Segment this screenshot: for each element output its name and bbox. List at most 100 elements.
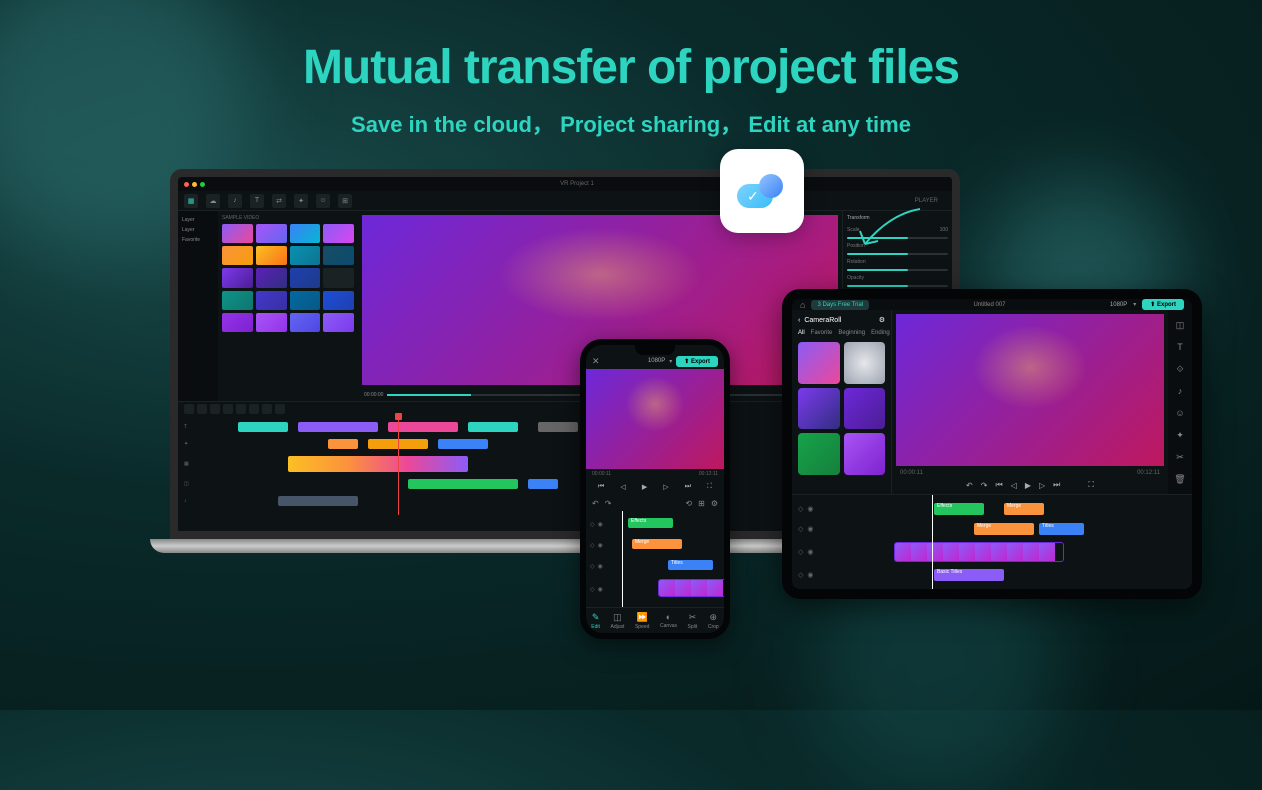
resolution-selector[interactable]: 1080P xyxy=(648,358,665,364)
tab-media[interactable]: ▦ xyxy=(184,194,198,208)
slider[interactable] xyxy=(847,285,948,287)
clip-overlay[interactable] xyxy=(528,479,558,489)
media-thumb[interactable] xyxy=(323,313,354,332)
media-thumb[interactable] xyxy=(798,433,840,475)
filter-fav[interactable]: Favorite xyxy=(811,330,833,336)
media-thumb[interactable] xyxy=(256,224,287,243)
track[interactable]: ◇◉ Merge xyxy=(590,536,720,554)
resolution-selector[interactable]: 1080P xyxy=(1110,302,1127,308)
back-icon[interactable]: ‹ xyxy=(798,317,800,324)
filter-end[interactable]: Ending xyxy=(871,330,890,336)
media-thumb[interactable] xyxy=(290,313,321,332)
clip-merge[interactable]: Merge xyxy=(1004,503,1044,515)
tab-stickers[interactable]: ☺ xyxy=(316,194,330,208)
tab-effects[interactable]: ✦ xyxy=(294,194,308,208)
lock-icon[interactable]: ◇ xyxy=(590,563,595,570)
prev-icon[interactable]: ⏮ xyxy=(995,480,1002,490)
tl-delete-icon[interactable] xyxy=(236,404,246,414)
scissors-icon[interactable]: ✂ xyxy=(1173,450,1187,464)
clip-effect[interactable] xyxy=(438,439,488,449)
grid-icon[interactable]: ⊞ xyxy=(698,499,705,508)
clip-title[interactable] xyxy=(298,422,378,432)
trash-icon[interactable]: 🗑 xyxy=(1173,472,1187,486)
clip-basic-titles[interactable]: Basic Titles xyxy=(934,569,1004,581)
tab-transitions[interactable]: ⇄ xyxy=(272,194,286,208)
tab-titles[interactable]: T xyxy=(250,194,264,208)
cameraroll-header[interactable]: ‹ CameraRoll ⚙ xyxy=(798,316,885,324)
back-icon[interactable]: ◁ xyxy=(620,483,625,491)
fullscreen-icon[interactable]: ⛶ xyxy=(707,483,712,491)
phone-preview[interactable] xyxy=(586,369,724,469)
fwd-icon[interactable]: ▷ xyxy=(663,483,668,491)
media-thumb[interactable] xyxy=(222,268,253,287)
lock-icon[interactable]: ◇ xyxy=(798,571,803,579)
media-thumb[interactable] xyxy=(256,291,287,310)
eye-icon[interactable]: ◉ xyxy=(807,548,813,556)
lock-icon[interactable]: ◇ xyxy=(798,505,803,513)
clip-merge[interactable]: Merge xyxy=(974,523,1034,535)
playhead[interactable] xyxy=(398,416,399,515)
eye-icon[interactable]: ◉ xyxy=(807,525,813,533)
track[interactable]: ◇◉ Titles xyxy=(590,557,720,575)
lock-icon[interactable]: ◇ xyxy=(590,542,595,549)
side-layer[interactable]: Layer xyxy=(182,225,214,235)
tab-audio[interactable]: ♪ xyxy=(228,194,242,208)
media-thumb[interactable] xyxy=(798,388,840,430)
redo-icon[interactable]: ↷ xyxy=(605,499,612,508)
media-thumb[interactable] xyxy=(290,291,321,310)
slider[interactable] xyxy=(847,269,948,271)
clip-merge[interactable]: Merge xyxy=(632,539,682,549)
home-icon[interactable]: ⌂ xyxy=(800,300,805,310)
more-icon[interactable]: ⟲ xyxy=(685,499,692,508)
nav-speed[interactable]: ⏩Speed xyxy=(635,612,649,630)
prop-opacity[interactable]: Opacity xyxy=(847,273,948,283)
tl-undo-icon[interactable] xyxy=(184,404,194,414)
side-fav[interactable]: Favorite xyxy=(182,235,214,245)
next-icon[interactable]: ⏭ xyxy=(685,483,691,491)
track-video[interactable]: ◇◉ xyxy=(798,541,1186,563)
filter-begin[interactable]: Beginning xyxy=(838,330,865,336)
media-thumb[interactable] xyxy=(222,313,253,332)
media-thumb[interactable] xyxy=(256,313,287,332)
clip-effects[interactable]: Effects xyxy=(628,518,673,528)
tablet-timeline[interactable]: ◇◉ Effects Merge ◇◉ Merge Titles ◇◉ ◇◉ xyxy=(792,494,1192,589)
layers-icon[interactable]: ◫ xyxy=(1173,318,1187,332)
text-icon[interactable]: T xyxy=(1173,340,1187,354)
clip-effect[interactable] xyxy=(328,439,358,449)
media-thumb[interactable] xyxy=(323,268,354,287)
playhead[interactable] xyxy=(932,495,933,589)
undo-icon[interactable]: ↶ xyxy=(592,499,599,508)
eye-icon[interactable]: ◉ xyxy=(598,542,603,549)
lock-icon[interactable]: ◇ xyxy=(798,548,803,556)
tl-crop-icon[interactable] xyxy=(249,404,259,414)
eye-icon[interactable]: ◉ xyxy=(807,505,813,513)
nav-edit[interactable]: ✎Edit xyxy=(591,612,600,630)
track[interactable]: ◇◉ Effects xyxy=(590,515,720,533)
maximize-icon[interactable] xyxy=(200,182,205,187)
play-icon[interactable]: ▶ xyxy=(1025,481,1031,490)
media-thumb[interactable] xyxy=(222,291,253,310)
filter-icon[interactable]: ⚙ xyxy=(879,316,885,324)
media-thumb[interactable] xyxy=(323,291,354,310)
export-button[interactable]: ⬆ Export xyxy=(676,356,718,367)
effects-icon[interactable]: ✦ xyxy=(1173,428,1187,442)
media-thumb[interactable] xyxy=(323,246,354,265)
clip-title[interactable] xyxy=(238,422,288,432)
trial-badge[interactable]: 3 Days Free Trial xyxy=(811,300,869,310)
tl-marker-icon[interactable] xyxy=(275,404,285,414)
media-thumb[interactable] xyxy=(844,388,886,430)
eye-icon[interactable]: ◉ xyxy=(598,521,603,528)
adjust-icon[interactable]: ⟐ xyxy=(1173,362,1187,376)
fwd-frame-icon[interactable]: ▷ xyxy=(1039,481,1045,490)
fullscreen-icon[interactable]: ⛶ xyxy=(1088,480,1094,490)
media-thumb[interactable] xyxy=(222,246,253,265)
track[interactable]: ◇◉ Merge Titles xyxy=(798,521,1186,537)
tab-stock[interactable]: ☁ xyxy=(206,194,220,208)
tl-split-icon[interactable] xyxy=(223,404,233,414)
media-thumb[interactable] xyxy=(290,246,321,265)
next-icon[interactable]: ⏭ xyxy=(1053,480,1060,490)
track-video[interactable]: ◇◉ xyxy=(590,578,720,600)
media-thumb[interactable] xyxy=(290,224,321,243)
clip-video[interactable] xyxy=(658,579,724,597)
lock-icon[interactable]: ◇ xyxy=(590,521,595,528)
